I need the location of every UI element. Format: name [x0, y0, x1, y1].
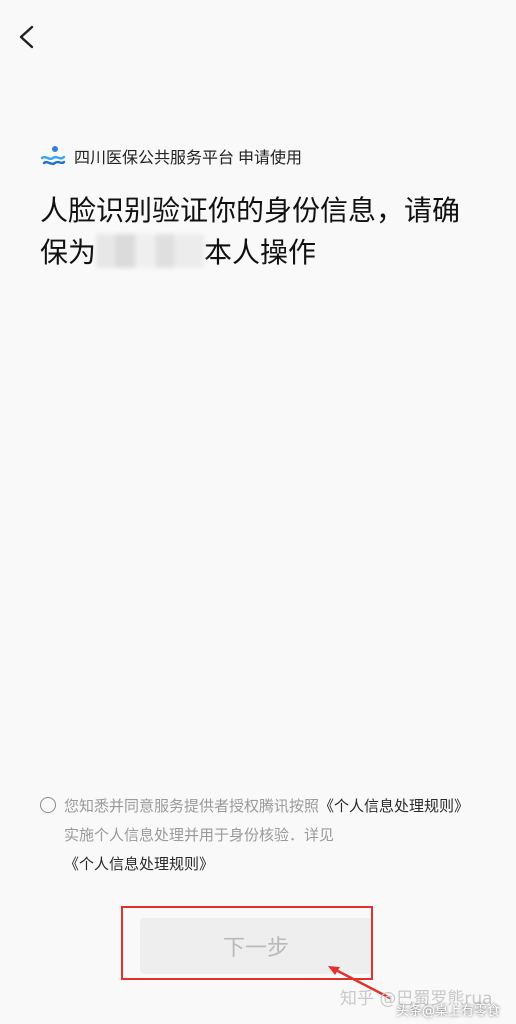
redacted-name	[96, 234, 205, 268]
chevron-left-icon	[19, 25, 34, 49]
toutiao-watermark: 头条@桌上有零食	[396, 1004, 501, 1019]
title-line-1: 人脸识别验证你的身份信息，请确	[40, 194, 461, 227]
privacy-rules-link[interactable]: 《个人信息处理规则》	[319, 797, 469, 815]
title-suffix: 本人操作	[204, 236, 317, 269]
back-button[interactable]	[12, 20, 44, 54]
agreement-text: 您知悉并同意服务提供者授权腾讯按照《个人信息处理规则》实施个人信息处理并用于身份…	[64, 792, 480, 879]
app-action-label: 申请使用	[238, 148, 303, 167]
agreement-text-part: 实施个人信息处理并用于身份核验．详见	[64, 826, 335, 844]
sichuan-health-logo-icon	[40, 146, 66, 166]
privacy-rules-link-2[interactable]: 《个人信息处理规则》	[64, 855, 214, 873]
app-info-row: 四川医保公共服务平台 申请使用	[40, 144, 302, 168]
app-name: 四川医保公共服务平台	[74, 148, 235, 167]
page-title: 人脸识别验证你的身份信息，请确 保为 本人操作	[40, 190, 480, 274]
agreement-section: 您知悉并同意服务提供者授权腾讯按照《个人信息处理规则》实施个人信息处理并用于身份…	[40, 792, 480, 879]
title-prefix: 保为	[40, 236, 97, 269]
agree-radio[interactable]	[40, 797, 56, 813]
agreement-text-part: 您知悉并同意服务提供者授权腾讯按照	[64, 797, 320, 815]
